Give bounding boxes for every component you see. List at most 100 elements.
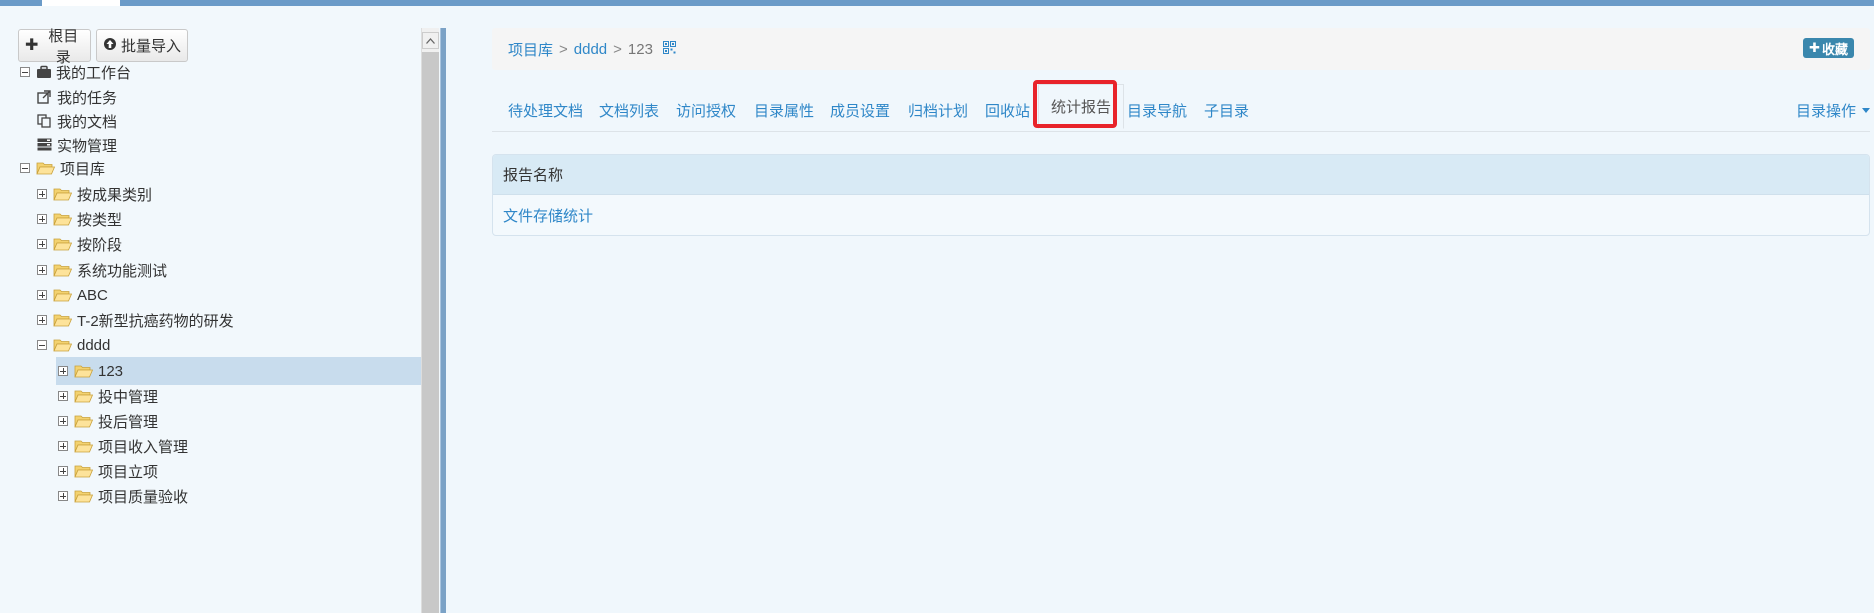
tree-item-123-selected[interactable]: 123 [56,357,421,385]
folder-open-icon [74,389,94,403]
tab-highlight-box [1033,80,1117,128]
tree-item-label: 我的工作台 [56,64,132,82]
copy-icon [37,114,53,128]
tab-access-auth[interactable]: 访问授权 [676,88,736,132]
tree-item-label: 投后管理 [98,413,159,431]
tree-item-label: 我的文档 [57,113,118,131]
favorite-button[interactable]: ✚ 收藏 [1803,38,1854,58]
breadcrumb-link-dddd[interactable]: dddd [574,41,607,58]
scroll-thumb[interactable] [422,52,439,613]
tree-item-setup[interactable]: 项目立项 [58,457,158,485]
tree-item-label: 系统功能测试 [77,262,168,280]
tab-dir-props[interactable]: 目录属性 [754,88,814,132]
briefcase-icon [36,65,52,79]
tab-dir-nav[interactable]: 目录导航 [1127,88,1187,132]
batch-import-label: 批量导入 [121,38,182,55]
breadcrumb-link-project-lib[interactable]: 项目库 [508,39,553,60]
folder-open-icon [74,464,94,478]
expand-toggle-icon[interactable] [58,466,68,476]
tree-item-label: 按类型 [77,211,123,229]
tab-archive-plan[interactable]: 归档计划 [908,88,968,132]
breadcrumb-separator: > [613,40,622,58]
main-content: 项目库 > dddd > 123 ✚ 收藏 待处理文档 文档列表 访问授权 目录… [446,6,1874,613]
report-link-file-storage[interactable]: 文件存储统计 [493,195,1869,235]
folder-open-icon [53,237,73,251]
expand-toggle-icon[interactable] [37,315,47,325]
expand-toggle-icon[interactable] [37,290,47,300]
tree-item-post-invest[interactable]: 投后管理 [58,407,158,435]
folder-open-icon [36,161,56,175]
tree-item-label: 按阶段 [77,236,123,254]
tree-item-label: 项目立项 [98,463,159,481]
folder-open-icon [74,364,94,378]
tree-item-label: dddd [77,336,111,354]
dir-ops-label: 目录操作 [1795,102,1856,120]
tree-item-in-invest[interactable]: 投中管理 [58,382,158,410]
report-table: 报告名称 文件存储统计 [492,154,1870,236]
breadcrumb: 项目库 > dddd > 123 ✚ 收藏 [492,28,1870,70]
external-link-icon [37,90,53,104]
folder-open-icon [53,338,73,352]
tree-item-label: ABC [77,286,108,304]
tree-item-label: T-2新型抗癌药物的研发 [77,312,234,330]
tree-item-by-stage[interactable]: 按阶段 [37,230,122,258]
tree-item-label: 我的任务 [57,89,118,107]
folder-open-icon [53,212,73,226]
tree-item-label: 实物管理 [57,137,118,155]
folder-open-icon [74,489,94,503]
tree-item-label: 按成果类别 [77,186,153,204]
tab-pending-docs[interactable]: 待处理文档 [508,88,583,132]
expand-toggle-icon[interactable] [58,366,68,376]
tab-member-settings[interactable]: 成员设置 [830,88,890,132]
folder-open-icon [53,288,73,302]
tree-item-label: 项目质量验收 [98,488,189,506]
plus-icon: ✚ [1809,40,1820,55]
tree-item-label: 123 [98,362,124,380]
folder-open-icon [74,414,94,428]
tree-item-label: 投中管理 [98,388,159,406]
tree-item-label: 项目收入管理 [98,438,189,456]
collapse-toggle-icon[interactable] [37,340,47,350]
collapse-toggle-icon[interactable] [20,163,30,173]
scroll-up-arrow-icon[interactable] [422,32,439,49]
tab-bar: 待处理文档 文档列表 访问授权 目录属性 成员设置 归档计划 回收站 统计报告 … [492,80,1870,132]
expand-toggle-icon[interactable] [58,441,68,451]
folder-open-icon [53,263,73,277]
qrcode-icon[interactable] [662,40,676,58]
expand-toggle-icon[interactable] [37,265,47,275]
expand-toggle-icon[interactable] [58,391,68,401]
tab-subdir[interactable]: 子目录 [1204,88,1249,132]
breadcrumb-separator: > [559,40,568,58]
expand-toggle-icon[interactable] [58,416,68,426]
tree-item-by-type[interactable]: 按类型 [37,205,122,233]
expand-toggle-icon[interactable] [37,239,47,249]
collapse-toggle-icon[interactable] [20,67,30,77]
tree-item-sys-test[interactable]: 系统功能测试 [37,256,167,284]
folder-open-icon [53,313,73,327]
tree-item-project-lib[interactable]: 项目库 [20,154,105,182]
left-panel: ✚ 根目录 批量导入 我的工作台 我的任务 我的文档 实物管理 项目库 按成果类… [0,6,440,613]
breadcrumb-current: 123 [627,40,653,58]
tree-item-dddd[interactable]: dddd [37,331,110,359]
tree-item-by-result-type[interactable]: 按成果类别 [37,180,152,208]
server-icon [37,138,53,152]
upload-circle-icon [103,37,117,55]
dir-ops-dropdown[interactable]: 目录操作 [1796,88,1870,132]
tree-item-label: 项目库 [60,160,106,178]
favorite-label: 收藏 [1821,41,1848,57]
folder-open-icon [74,439,94,453]
tree-item-quality[interactable]: 项目质量验收 [58,482,188,510]
folder-open-icon [53,187,73,201]
tab-recycle-bin[interactable]: 回收站 [985,88,1030,132]
tree-item-workbench[interactable]: 我的工作台 [20,58,131,86]
expand-toggle-icon[interactable] [37,189,47,199]
plus-icon: ✚ [25,36,39,54]
tree-item-abc[interactable]: ABC [37,281,108,309]
tree-item-income[interactable]: 项目收入管理 [58,432,188,460]
expand-toggle-icon[interactable] [58,491,68,501]
report-table-header: 报告名称 [493,155,1869,195]
tree-scrollbar[interactable] [421,28,439,613]
tab-doc-list[interactable]: 文档列表 [599,88,659,132]
tree-item-t2[interactable]: T-2新型抗癌药物的研发 [37,306,234,334]
expand-toggle-icon[interactable] [37,214,47,224]
